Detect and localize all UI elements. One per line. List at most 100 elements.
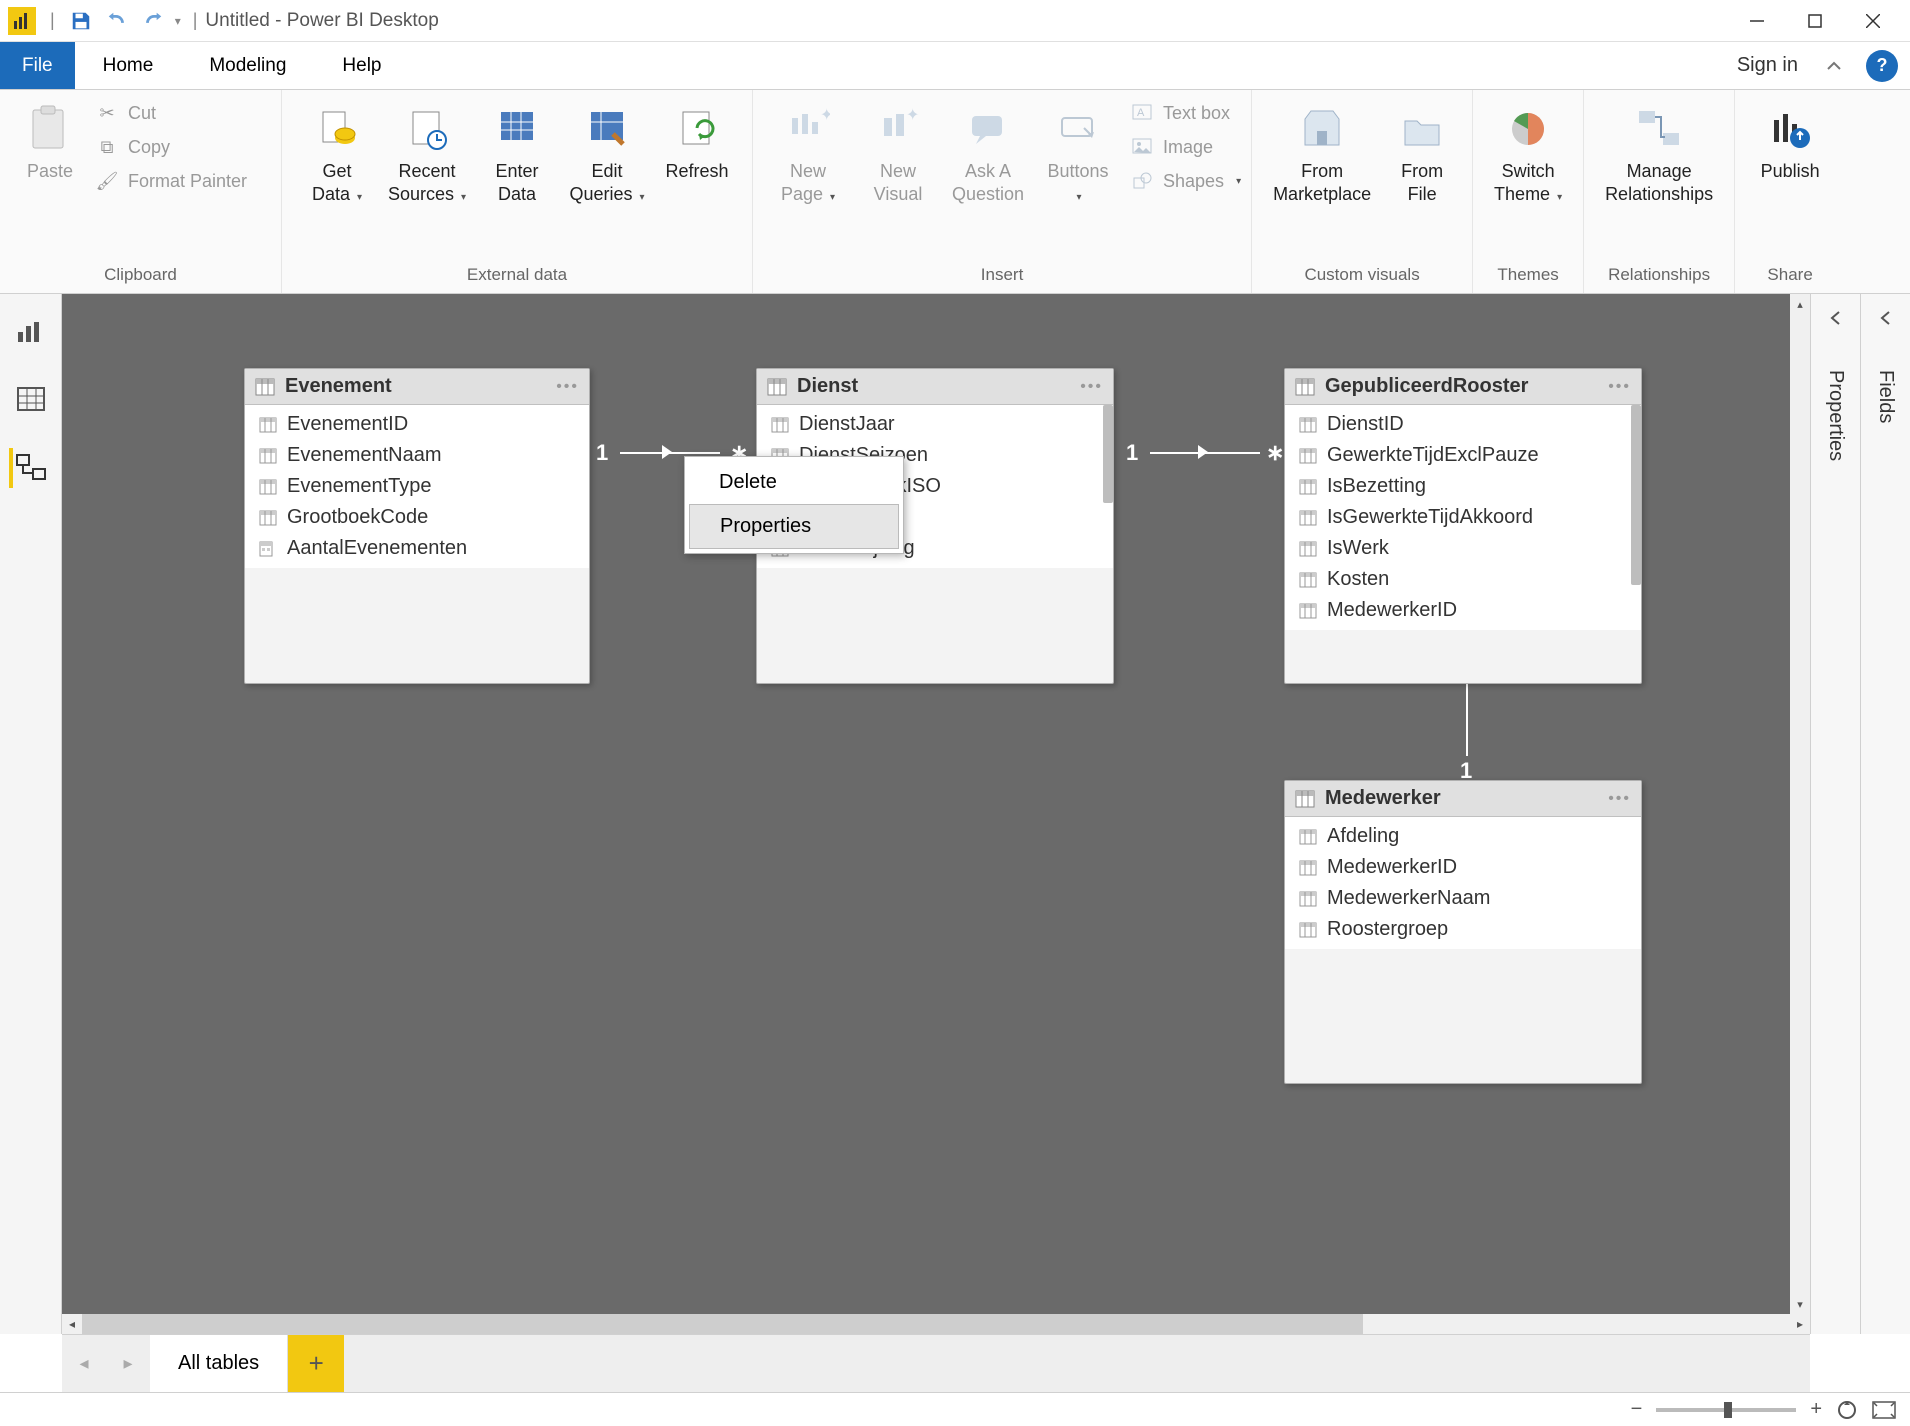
fields-pane-collapsed[interactable]: Fields: [1860, 294, 1910, 1334]
sign-in-link[interactable]: Sign in: [1721, 42, 1814, 89]
field-item[interactable]: IsBezetting: [1285, 471, 1641, 502]
save-button[interactable]: [63, 3, 99, 39]
recent-sources-button[interactable]: Recent Sources ▾: [382, 96, 472, 205]
field-item[interactable]: IsGewerkteTijdAkkoord: [1285, 502, 1641, 533]
group-label: Share: [1745, 259, 1835, 293]
maximize-button[interactable]: [1786, 0, 1844, 42]
model-view-button[interactable]: [9, 448, 49, 488]
close-button[interactable]: [1844, 0, 1902, 42]
table-icon: [1295, 378, 1315, 396]
field-item[interactable]: Kosten: [1285, 564, 1641, 595]
expand-chevron-icon[interactable]: [1829, 310, 1843, 340]
field-item[interactable]: IsWerk: [1285, 533, 1641, 564]
fit-to-page-button[interactable]: [1872, 1401, 1896, 1419]
group-label: Themes: [1483, 259, 1573, 293]
field-item[interactable]: EvenementID: [245, 409, 589, 440]
menu-item-properties[interactable]: Properties: [689, 504, 899, 549]
field-item[interactable]: DienstID: [1285, 409, 1641, 440]
field-item[interactable]: GrootboekCode: [245, 502, 589, 533]
group-label: Insert: [763, 259, 1241, 293]
redo-button[interactable]: [135, 3, 171, 39]
tab-next-button[interactable]: ▸: [106, 1335, 150, 1392]
group-label: External data: [292, 259, 742, 293]
table-name: Dienst: [797, 375, 1070, 398]
ribbon-body: Paste ✂Cut ⧉Copy 🖌Format Painter Clipboa…: [0, 90, 1910, 294]
field-item[interactable]: EvenementNaam: [245, 440, 589, 471]
minimize-button[interactable]: [1728, 0, 1786, 42]
model-canvas[interactable]: 1 ∗ 1 ∗ ∗ 1 Evenement ••• EvenementIDEve: [62, 294, 1810, 1314]
context-menu: Delete Properties: [684, 456, 904, 554]
undo-button[interactable]: [99, 3, 135, 39]
page-tabstrip: ◂ ▸ All tables +: [62, 1334, 1810, 1392]
add-tab-button[interactable]: +: [288, 1335, 344, 1392]
svg-text:✦: ✦: [906, 108, 919, 124]
table-name: GepubliceerdRooster: [1325, 375, 1598, 398]
table-menu-button[interactable]: •••: [1608, 790, 1631, 808]
zoom-slider[interactable]: [1656, 1408, 1796, 1412]
window-title: Untitled - Power BI Desktop: [205, 10, 438, 32]
field-item[interactable]: AantalEvenementen: [245, 533, 589, 564]
manage-relationships-button[interactable]: Manage Relationships: [1594, 96, 1724, 205]
enter-data-button[interactable]: Enter Data: [472, 96, 562, 205]
table-medewerker[interactable]: Medewerker ••• AfdelingMedewerkerIDMedew…: [1284, 780, 1642, 1084]
tab-all-tables[interactable]: All tables: [150, 1335, 288, 1392]
publish-button[interactable]: Publish: [1745, 96, 1835, 183]
table-icon: [255, 378, 275, 396]
svg-text:A: A: [1137, 107, 1145, 119]
format-painter-button: 🖌Format Painter: [96, 170, 247, 192]
image-button: Image: [1131, 136, 1241, 158]
properties-pane-collapsed[interactable]: Properties: [1810, 294, 1860, 1334]
field-item[interactable]: GewerkteTijdExclPauze: [1285, 440, 1641, 471]
get-data-button[interactable]: Get Data ▾: [292, 96, 382, 205]
group-label: Clipboard: [10, 259, 271, 293]
refresh-button[interactable]: Refresh: [652, 96, 742, 183]
tab-prev-button[interactable]: ◂: [62, 1335, 106, 1392]
field-item[interactable]: MedewerkerID: [1285, 595, 1641, 626]
table-name: Medewerker: [1325, 787, 1598, 810]
report-view-button[interactable]: [11, 312, 51, 352]
field-item[interactable]: DienstJaar: [757, 409, 1113, 440]
horizontal-scrollbar[interactable]: ◂ ▸: [62, 1314, 1810, 1334]
qat-dropdown[interactable]: ▾: [175, 14, 181, 28]
field-item[interactable]: EvenementType: [245, 471, 589, 502]
table-menu-button[interactable]: •••: [1080, 378, 1103, 396]
zoom-out-button[interactable]: −: [1631, 1398, 1643, 1421]
tab-modeling[interactable]: Modeling: [181, 42, 314, 89]
menu-item-delete[interactable]: Delete: [689, 461, 899, 504]
buttons-button: Buttons▾: [1033, 96, 1123, 205]
from-file-button[interactable]: From File: [1382, 96, 1462, 205]
group-label: Custom visuals: [1262, 259, 1462, 293]
shapes-button: Shapes ▾: [1131, 170, 1241, 192]
tab-home[interactable]: Home: [75, 42, 182, 89]
expand-chevron-icon[interactable]: [1879, 310, 1893, 340]
table-name: Evenement: [285, 375, 546, 398]
cardinality-one: 1: [1126, 440, 1138, 466]
field-item[interactable]: Roostergroep: [1285, 914, 1641, 945]
help-button[interactable]: ?: [1866, 50, 1898, 82]
scrollbar[interactable]: [1103, 405, 1113, 568]
zoom-in-button[interactable]: +: [1810, 1398, 1822, 1421]
edit-queries-button[interactable]: Edit Queries ▾: [562, 96, 652, 205]
table-evenement[interactable]: Evenement ••• EvenementIDEvenementNaamEv…: [244, 368, 590, 684]
tab-help[interactable]: Help: [314, 42, 409, 89]
table-menu-button[interactable]: •••: [1608, 378, 1631, 396]
group-label: Relationships: [1594, 259, 1724, 293]
field-item[interactable]: MedewerkerID: [1285, 852, 1641, 883]
from-marketplace-button[interactable]: From Marketplace: [1262, 96, 1382, 205]
cardinality-many: ∗: [1266, 440, 1284, 466]
vertical-scrollbar[interactable]: ▴ ▾: [1790, 294, 1810, 1314]
view-rail: [0, 294, 62, 1334]
field-item[interactable]: MedewerkerNaam: [1285, 883, 1641, 914]
table-menu-button[interactable]: •••: [556, 378, 579, 396]
data-view-button[interactable]: [11, 380, 51, 420]
table-gepubliceerdrooster[interactable]: GepubliceerdRooster ••• DienstIDGewerkte…: [1284, 368, 1642, 684]
new-page-button: ✦New Page ▾: [763, 96, 853, 205]
switch-theme-button[interactable]: Switch Theme ▾: [1483, 96, 1573, 205]
field-item[interactable]: Afdeling: [1285, 821, 1641, 852]
title-bar: | ▾ | Untitled - Power BI Desktop: [0, 0, 1910, 42]
scrollbar[interactable]: [1631, 405, 1641, 630]
reset-zoom-button[interactable]: [1836, 1399, 1858, 1421]
collapse-ribbon-button[interactable]: [1814, 42, 1854, 89]
textbox-button: AText box: [1131, 102, 1241, 124]
tab-file[interactable]: File: [0, 42, 75, 89]
